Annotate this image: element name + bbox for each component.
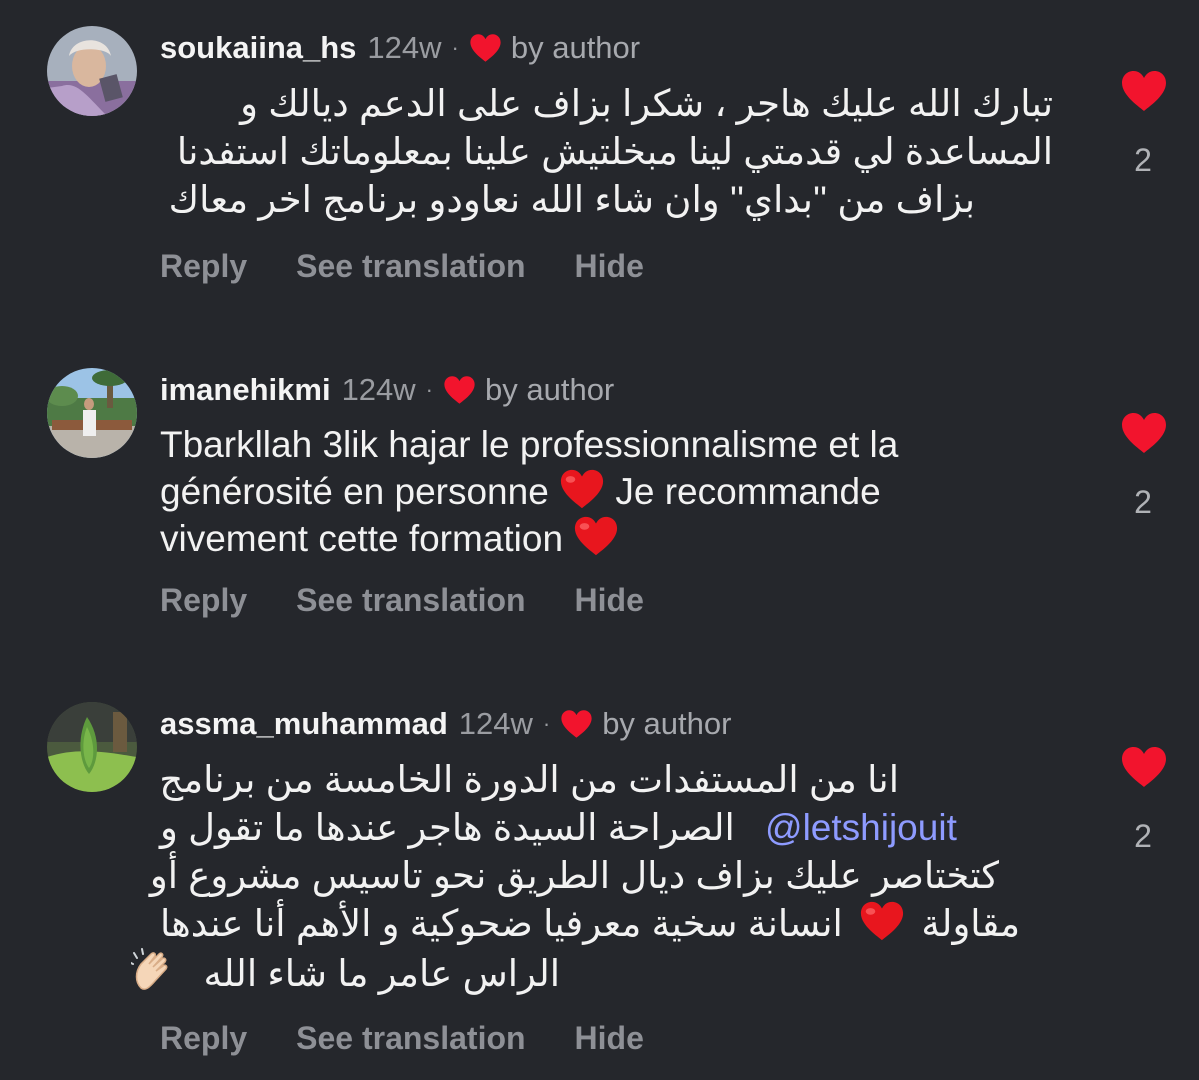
- like-count: 2: [1134, 818, 1152, 854]
- mention-link[interactable]: @letshijouit: [765, 807, 957, 848]
- avatar[interactable]: [47, 702, 137, 792]
- comment-text-line: انا من المستفدات من الدورة الخامسة من بر…: [159, 759, 899, 800]
- comment-text-segment: انسانة سخية معرفيا ضحوكية و الأهم أنا عن…: [160, 903, 843, 944]
- comment-text-segment: مقاولة: [921, 903, 1021, 944]
- reply-button[interactable]: Reply: [160, 1020, 247, 1057]
- comment-header: assma_muhammad 124w · by author: [160, 701, 731, 747]
- comment-text-line: الراس عامر ما شاء الله: [131, 948, 1040, 998]
- comment-header: soukaiina_hs 124w · by author: [160, 25, 640, 71]
- comment-header: imanehikmi 124w · by author: [160, 367, 614, 413]
- hide-button[interactable]: Hide: [575, 582, 644, 619]
- comment-text: انا من المستفدات من الدورة الخامسة من بر…: [131, 756, 1040, 998]
- by-author-label: by author: [510, 30, 641, 65]
- see-translation-button[interactable]: See translation: [296, 582, 525, 619]
- comment-actions: Reply See translation Hide: [160, 582, 693, 619]
- hide-button[interactable]: Hide: [575, 248, 644, 285]
- clapping-hands-emoji-icon: [131, 948, 168, 990]
- like-heart-icon[interactable]: [1120, 412, 1168, 454]
- author-liked-heart-icon: [443, 375, 476, 405]
- author-liked-heart-icon: [469, 33, 502, 63]
- comment-text-line: Tbarkllah 3lik hajar le professionnalism…: [160, 424, 899, 465]
- comment-text-line: الصراحة السيدة هاجر عندها ما تقول و @let…: [160, 804, 1040, 852]
- timestamp: 124w: [458, 706, 533, 741]
- hide-button[interactable]: Hide: [575, 1020, 644, 1057]
- separator-dot: ·: [425, 377, 433, 402]
- username[interactable]: imanehikmi: [160, 372, 331, 408]
- by-author-label: by author: [602, 706, 732, 741]
- like-heart-icon[interactable]: [1120, 746, 1168, 788]
- comment-text-line: vivement cette formation: [160, 515, 1060, 562]
- avatar[interactable]: [47, 26, 137, 116]
- comment-text-segment: الراس عامر ما شاء الله: [203, 953, 560, 994]
- username[interactable]: assma_muhammad: [160, 706, 448, 742]
- comment-text-segment: vivement cette formation: [160, 518, 564, 559]
- timestamp: 124w: [367, 30, 442, 65]
- reply-button[interactable]: Reply: [160, 582, 247, 619]
- username[interactable]: soukaiina_hs: [160, 30, 356, 66]
- comment-actions: Reply See translation Hide: [160, 248, 693, 285]
- like-heart-icon[interactable]: [1120, 70, 1168, 112]
- comment-actions: Reply See translation Hide: [160, 1020, 693, 1057]
- by-author-label: by author: [485, 372, 615, 407]
- comment-text-line: كتختاصر عليك بزاف ديال الطريق نحو تاسيس …: [149, 855, 999, 896]
- red-heart-emoji-icon: [859, 900, 905, 942]
- comment-text-line: مقاولة انسانة سخية معرفيا ضحوكية و الأهم…: [160, 900, 1040, 948]
- separator-dot: ·: [451, 35, 459, 60]
- reply-button[interactable]: Reply: [160, 248, 247, 285]
- author-liked-heart-icon: [560, 709, 593, 739]
- comment-text: تبارك الله عليك هاجر ، شكرا بزاف على الد…: [160, 80, 1053, 224]
- see-translation-button[interactable]: See translation: [296, 248, 525, 285]
- comment-text: Tbarkllah 3lik hajar le professionnalism…: [160, 422, 1060, 562]
- comment-text-segment: générosité en personne: [160, 471, 549, 512]
- comment-text-line: générosité en personne Je recommande: [160, 468, 1060, 515]
- see-translation-button[interactable]: See translation: [296, 1020, 525, 1057]
- avatar[interactable]: [47, 368, 137, 458]
- comment-text-line: تبارك الله عليك هاجر ، شكرا بزاف على الد…: [240, 83, 1053, 124]
- like-count: 2: [1134, 484, 1152, 520]
- timestamp: 124w: [341, 372, 416, 407]
- comment-text-line: المساعدة لي قدمتي لينا مبخلتيش علينا بمع…: [176, 131, 1053, 172]
- comment-text-line: بزاف من ''بداي'' وان شاء الله نعاودو برن…: [168, 179, 975, 220]
- like-count: 2: [1134, 142, 1152, 178]
- comment-text-segment: الصراحة السيدة هاجر عندها ما تقول و: [160, 807, 735, 848]
- separator-dot: ·: [542, 711, 551, 736]
- comment-text-segment: Je recommande: [615, 471, 881, 512]
- red-heart-emoji-icon: [559, 468, 605, 510]
- red-heart-emoji-icon: [573, 515, 619, 557]
